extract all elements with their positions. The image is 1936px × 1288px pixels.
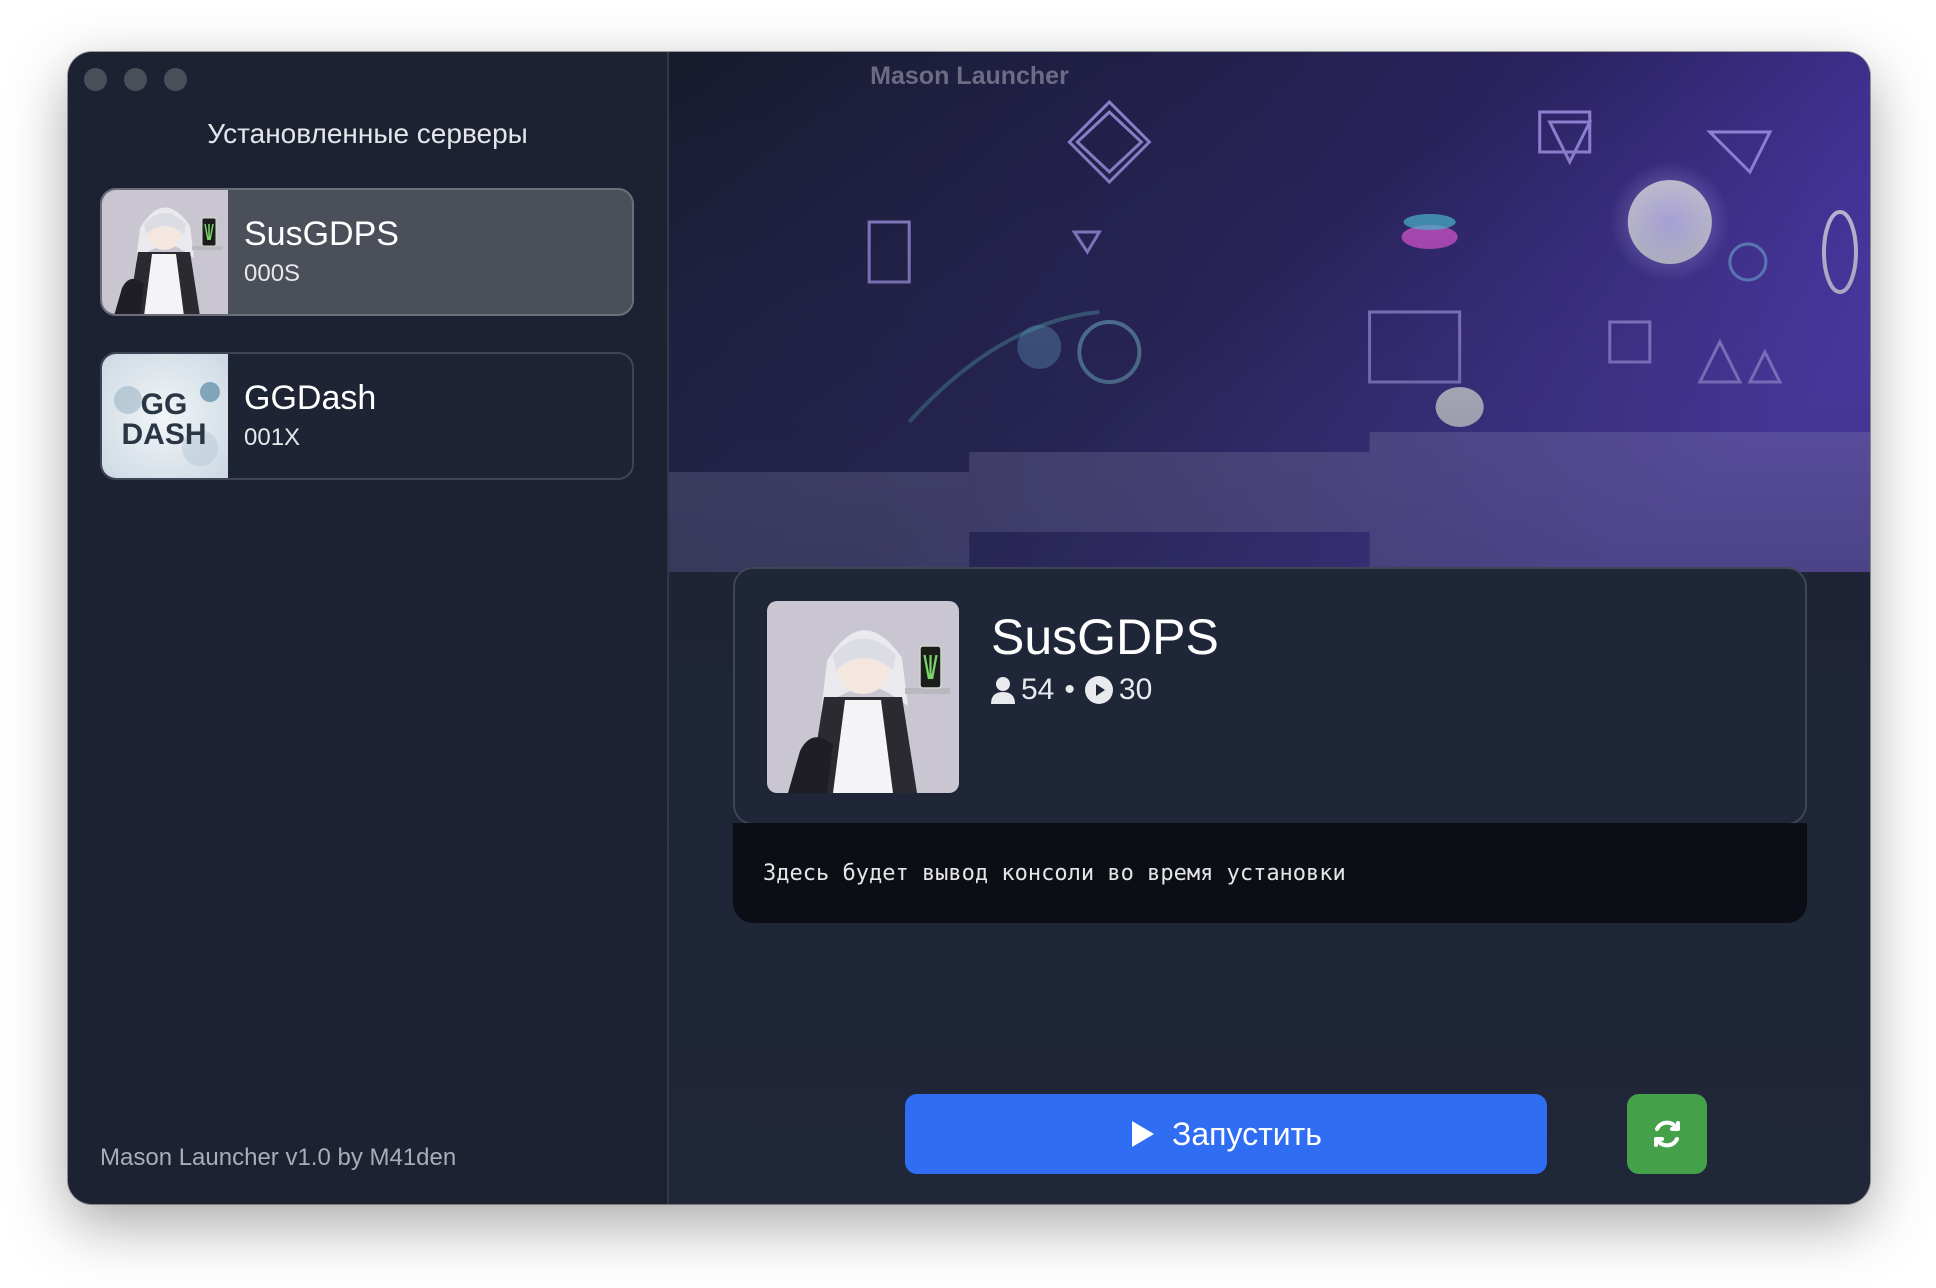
- players-count: 54: [1021, 673, 1055, 706]
- server-item-susgdps[interactable]: SusGDPS 000S: [100, 188, 634, 316]
- server-thumbnail: [102, 190, 228, 314]
- server-list: SusGDPS 000S GG DASH GGDash 001X: [100, 188, 634, 516]
- console-output: Здесь будет вывод консоли во время устан…: [733, 823, 1807, 923]
- server-info-name: SusGDPS: [991, 609, 1219, 665]
- close-window-button[interactable]: [84, 68, 107, 91]
- sidebar: Установленные серверы SusGDPS 000S GG DA…: [68, 52, 669, 1204]
- banner-image: [669, 52, 1870, 572]
- main-panel: Mason Launcher SusGDPS 54 • 30 Здесь буд…: [669, 52, 1870, 1204]
- server-stats: 54 • 30: [991, 673, 1152, 707]
- svg-text:DASH: DASH: [121, 418, 206, 451]
- maximize-window-button[interactable]: [164, 68, 187, 91]
- maid-character-image: [767, 601, 959, 793]
- play-circle-icon: [1084, 676, 1113, 704]
- stats-separator: •: [1064, 673, 1075, 706]
- server-code: 001X: [244, 424, 301, 451]
- plays-count: 30: [1118, 673, 1153, 706]
- launch-button[interactable]: Запустить: [905, 1094, 1547, 1174]
- window-controls: [84, 68, 187, 91]
- maid-character-thumbnail: [102, 190, 228, 314]
- minimize-window-button[interactable]: [124, 68, 147, 91]
- server-info-card: SusGDPS 54 • 30: [733, 567, 1807, 825]
- version-footer: Mason Launcher v1.0 by M41den: [100, 1144, 457, 1171]
- user-icon: [991, 677, 1015, 704]
- ggdash-logo-thumbnail: GG DASH: [102, 354, 228, 478]
- play-icon: [1132, 1121, 1155, 1147]
- app-window: Установленные серверы SusGDPS 000S GG DA…: [68, 52, 1870, 1204]
- server-name: GGDash: [244, 379, 377, 417]
- server-name: SusGDPS: [244, 215, 399, 253]
- svg-text:GG: GG: [141, 388, 188, 421]
- server-item-ggdash[interactable]: GG DASH GGDash 001X: [100, 352, 634, 480]
- sidebar-title: Установленные серверы: [207, 118, 528, 149]
- server-info-thumbnail: [767, 601, 959, 793]
- launch-label: Запустить: [1172, 1115, 1322, 1152]
- refresh-icon: [1654, 1120, 1680, 1148]
- refresh-button[interactable]: [1627, 1094, 1707, 1174]
- server-code: 000S: [244, 260, 301, 287]
- server-thumbnail: GG DASH: [102, 354, 228, 478]
- window-title: Mason Launcher: [870, 62, 1069, 90]
